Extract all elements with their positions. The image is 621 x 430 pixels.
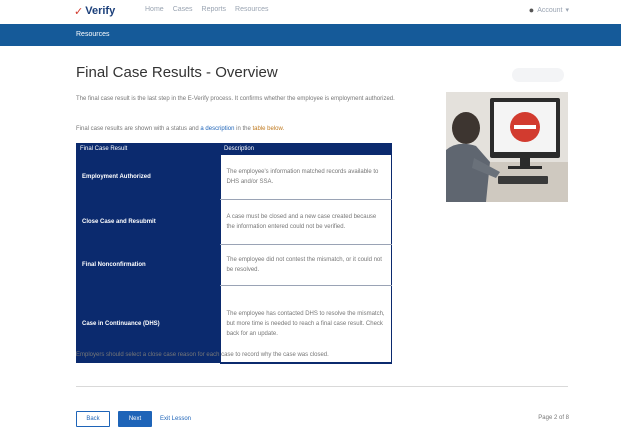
intro-text: The final case result is the last step i… — [76, 96, 395, 102]
result-status: Employment Authorized — [76, 155, 220, 200]
footnote-text: Employers should select a close case rea… — [76, 352, 329, 358]
case-results-table: Final Case Result Description Employment… — [76, 143, 392, 364]
exit-lesson-link[interactable]: Exit Lesson — [160, 416, 191, 422]
top-navigation: ✓ Verify Home Cases Reports Resources ● … — [0, 0, 621, 22]
user-menu[interactable]: ● Account ▾ — [529, 5, 569, 15]
page-indicator: Page 2 of 8 — [538, 415, 569, 421]
result-description: The employee did not contest the mismatc… — [219, 244, 392, 286]
legend-mid: in the — [236, 126, 251, 132]
verify-logo-icon: ✓ — [74, 5, 84, 18]
legend-text: Final case results are shown with a stat… — [76, 126, 416, 132]
nav-link-resources[interactable]: Resources — [235, 6, 268, 13]
nav-link-home[interactable]: Home — [145, 6, 164, 13]
divider — [76, 386, 568, 387]
column-header-description: Description — [220, 143, 392, 155]
chevron-down-icon: ▾ — [565, 7, 569, 14]
user-icon: ● — [528, 5, 535, 15]
table-row: Employment Authorized The employee's inf… — [76, 155, 392, 200]
table-row: Close Case and Resubmit A case must be c… — [76, 199, 392, 245]
illustration-employee-at-computer — [446, 92, 568, 202]
column-header-result: Final Case Result — [76, 143, 220, 155]
verify-logo[interactable]: ✓ Verify — [74, 4, 115, 18]
table-header-row: Final Case Result Description — [76, 143, 392, 155]
user-label: Account — [537, 6, 563, 14]
legend-part-1: a description — [200, 126, 235, 132]
nav-link-reports[interactable]: Reports — [202, 6, 227, 13]
nav-link-cases[interactable]: Cases — [173, 6, 193, 13]
result-description: A case must be closed and a new case cre… — [219, 199, 392, 245]
result-status: Close Case and Resubmit — [76, 199, 220, 245]
breadcrumb[interactable]: Resources — [76, 31, 109, 38]
result-status: Final Nonconfirmation — [76, 244, 220, 286]
result-description: The employee's information matched recor… — [219, 155, 392, 200]
lesson-controls: Back Next Exit Lesson — [76, 411, 191, 427]
legend-prefix: Final case results are shown with a stat… — [76, 126, 199, 132]
watermark-logo — [512, 68, 564, 82]
back-button[interactable]: Back — [76, 411, 110, 427]
logo-text: Verify — [85, 5, 116, 17]
page-title: Final Case Results - Overview — [76, 64, 278, 81]
nav-links: Home Cases Reports Resources — [145, 6, 269, 13]
table-row: Final Nonconfirmation The employee did n… — [76, 244, 392, 286]
next-button[interactable]: Next — [118, 411, 152, 427]
legend-part-2: table below. — [252, 126, 285, 132]
breadcrumb-bar: Resources — [0, 24, 621, 46]
